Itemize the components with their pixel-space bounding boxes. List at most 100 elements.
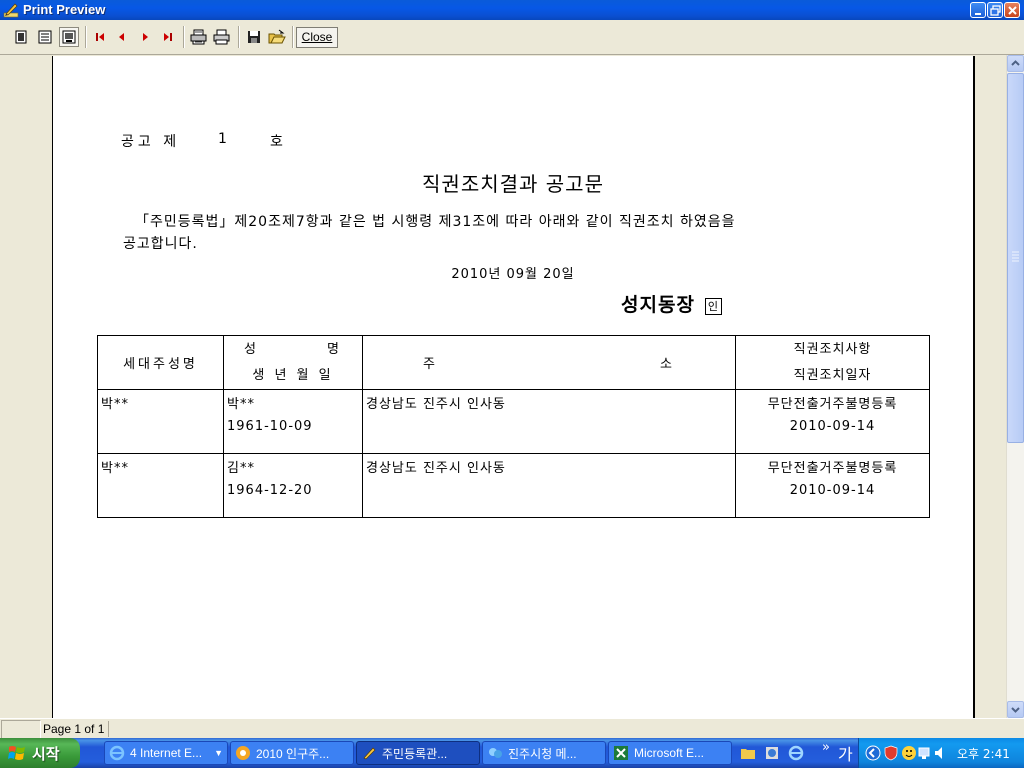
network-icon[interactable] — [917, 745, 933, 761]
notice-suffix: 호 — [270, 134, 283, 150]
window-title: Print Preview — [23, 2, 106, 17]
start-label: 시작 — [32, 744, 60, 763]
print-button[interactable] — [212, 27, 232, 47]
restore-icon — [990, 5, 1001, 16]
cell-address: 경상남도 진주시 인사동 — [366, 397, 506, 412]
print-icon — [213, 29, 230, 45]
header-action-bottom: 직권조치일자 — [793, 367, 872, 383]
header-address-left: 주 — [423, 357, 438, 372]
seal-stamp: 인 — [704, 298, 722, 315]
task-label: Microsoft E... — [634, 746, 705, 760]
print-setup-button[interactable] — [189, 27, 209, 47]
header-action: 직권조치사항 직권조치일자 — [735, 335, 930, 390]
document-date: 2010년 09월 20일 — [451, 267, 575, 282]
cell-action: 무단전출거주불명등록 — [767, 397, 898, 412]
status-separator — [108, 721, 109, 737]
first-page-icon — [96, 33, 104, 41]
task-label: 진주시청 메... — [508, 746, 577, 761]
table-row: 박** 박** 1961-10-09 경상남도 진주시 인사동 무단전출거주불명… — [97, 389, 930, 454]
header-name-right: 명 — [327, 341, 342, 357]
system-tray: 오후 2:41 — [858, 738, 1024, 768]
app-pencil-icon — [3, 3, 19, 18]
scroll-up-button[interactable] — [1007, 55, 1024, 72]
table-header-row: 세대주성명 성명 생 년 월 일 주소 직권조치사항 직권조치일자 — [97, 335, 930, 390]
taskbar-item-excel[interactable]: Microsoft E... — [608, 741, 732, 765]
page-counter: Page 1 of 1 — [43, 722, 105, 736]
smiley-icon[interactable] — [901, 745, 917, 761]
tray-expand-icon[interactable] — [865, 745, 881, 761]
one-page-button[interactable] — [11, 27, 31, 47]
chevron-up-icon — [1011, 60, 1020, 66]
prev-page-button[interactable] — [112, 27, 132, 47]
last-page-button[interactable] — [158, 27, 178, 47]
next-page-button[interactable] — [135, 27, 155, 47]
scroll-down-button[interactable] — [1007, 701, 1024, 718]
cell-birth: 1961-10-09 — [227, 419, 313, 434]
header-name-birth: 성 명 생 년 월 일 — [223, 335, 363, 390]
pencil-app-icon — [363, 747, 376, 760]
document-page: 공고 제 1 호 직권조치결과 공고문 「주민등록법」제20조제7항과 같은 법… — [52, 56, 975, 736]
header-address-right: 소 — [660, 357, 675, 372]
prev-page-icon — [119, 33, 124, 41]
cell-address: 경상남도 진주시 인사동 — [366, 461, 506, 476]
taskbar-item-population[interactable]: 2010 인구주... — [230, 741, 354, 765]
first-page-button[interactable] — [90, 27, 110, 47]
open-icon — [268, 29, 286, 44]
header-householder: 세대주성명 — [97, 335, 224, 390]
print-setup-icon — [190, 29, 207, 45]
close-button[interactable]: Close — [296, 27, 338, 48]
quick-launch-more[interactable]: » — [822, 740, 830, 755]
minimize-button[interactable] — [970, 2, 986, 18]
cell-birth: 1964-12-20 — [227, 483, 313, 498]
document-title: 직권조치결과 공고문 — [422, 172, 604, 196]
next-page-icon — [143, 33, 148, 41]
status-cell — [1, 720, 41, 739]
save-button[interactable] — [244, 27, 264, 47]
issuer-name: 성지동장 — [621, 294, 695, 316]
close-window-button[interactable] — [1004, 2, 1020, 18]
start-button[interactable]: 시작 — [0, 738, 80, 768]
browser-icon — [236, 746, 250, 760]
ie-icon — [109, 745, 125, 761]
app-icon[interactable] — [764, 745, 780, 761]
language-indicator[interactable]: 가 — [838, 741, 853, 765]
issuer-line: 성지동장 인 — [621, 290, 722, 317]
clock[interactable]: 오후 2:41 — [957, 745, 1010, 762]
restore-button[interactable] — [987, 2, 1003, 18]
task-label: 주민등록관... — [382, 746, 448, 761]
body-line-1: 「주민등록법」제20조제7항과 같은 법 시행령 제31조에 따라 아래와 같이… — [135, 214, 736, 230]
ie-icon[interactable] — [788, 745, 804, 761]
messenger-icon — [489, 748, 502, 758]
scroll-thumb[interactable] — [1007, 73, 1024, 443]
multi-page-icon — [38, 30, 52, 44]
multi-page-button[interactable] — [35, 27, 55, 47]
title-bar[interactable]: Print Preview — [0, 0, 1024, 20]
record-table: 세대주성명 성명 생 년 월 일 주소 직권조치사항 직권조치일자 박** 박*… — [97, 335, 930, 518]
folder-icon[interactable] — [740, 745, 756, 761]
zoom-icon — [62, 30, 76, 44]
taskbar-item-jinju-messenger[interactable]: 진주시청 메... — [482, 741, 606, 765]
cell-action-date: 2010-09-14 — [789, 483, 876, 498]
excel-icon — [614, 746, 628, 760]
zoom-button[interactable] — [59, 27, 79, 47]
preview-area[interactable]: 공고 제 1 호 직권조치결과 공고문 「주민등록법」제20조제7항과 같은 법… — [0, 55, 1006, 736]
volume-icon[interactable] — [933, 745, 949, 761]
open-button[interactable] — [267, 27, 287, 47]
taskbar-item-resident-registration[interactable]: 주민등록관... — [356, 741, 480, 765]
close-icon — [1008, 6, 1017, 15]
cell-name: 박** — [227, 397, 255, 412]
toolbar: Close — [0, 20, 1024, 55]
taskbar-item-internet-explorer[interactable]: 4 Internet E... ▼ — [104, 741, 228, 765]
windows-logo-icon — [8, 746, 25, 760]
notice-prefix: 공고 제 — [121, 134, 181, 150]
vertical-scrollbar[interactable] — [1006, 55, 1024, 718]
cell-householder: 박** — [101, 397, 129, 412]
body-line-2: 공고합니다. — [123, 236, 198, 252]
header-address: 주소 — [362, 335, 736, 390]
header-action-top: 직권조치사항 — [793, 341, 872, 357]
save-icon — [248, 31, 260, 43]
cell-action-date: 2010-09-14 — [789, 419, 876, 434]
cell-action: 무단전출거주불명등록 — [767, 461, 898, 476]
shield-icon[interactable] — [883, 745, 899, 761]
chevron-down-icon: ▼ — [214, 748, 223, 758]
